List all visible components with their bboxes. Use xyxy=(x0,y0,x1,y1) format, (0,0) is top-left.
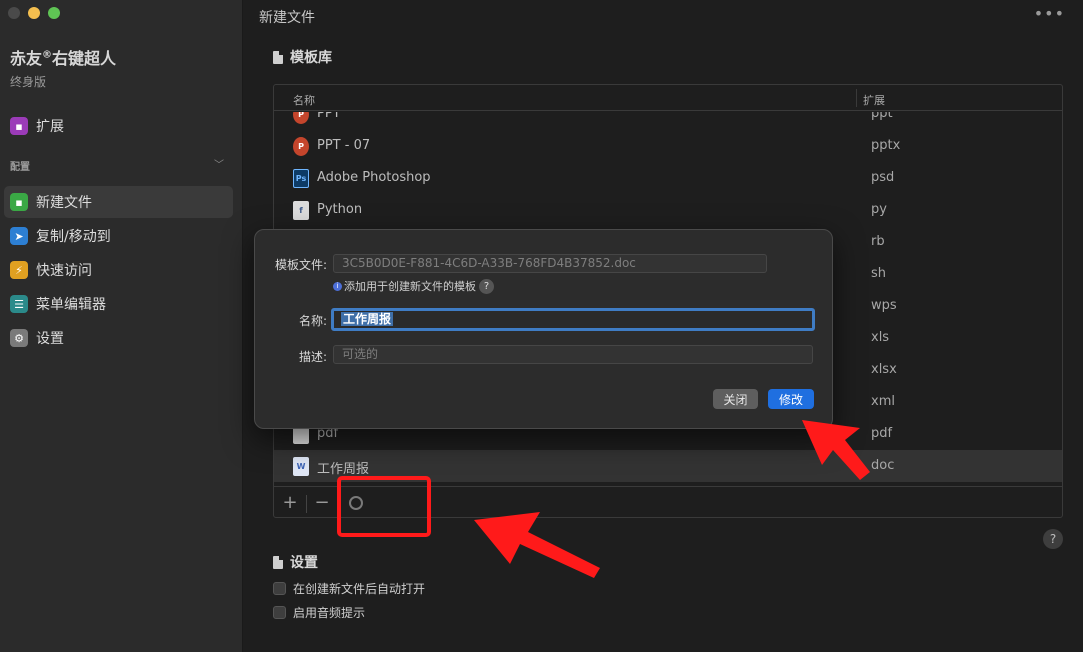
row-ext: xml xyxy=(871,394,895,409)
row-ext: doc xyxy=(871,458,895,473)
help-button[interactable]: ? xyxy=(1043,529,1063,549)
audio-hint-checkbox[interactable] xyxy=(273,606,286,619)
description-input[interactable]: 可选的 xyxy=(333,345,813,364)
sidebar: 赤友®右键超人 终身版 ▪ 扩展 配置 ﹀ ▪ 新建文件 ➤ 复制/移动到 ⚡ … xyxy=(0,0,243,652)
close-button[interactable]: 关闭 xyxy=(713,389,758,409)
modify-button[interactable]: 修改 xyxy=(768,389,814,409)
sidebar-item-new-file[interactable]: ▪ 新建文件 xyxy=(4,186,233,218)
sidebar-item-label: 设置 xyxy=(36,331,64,347)
row-ext: py xyxy=(871,202,887,217)
auto-open-checkbox[interactable] xyxy=(273,582,286,595)
column-header-name[interactable]: 名称 xyxy=(293,92,315,108)
python-file-icon: f xyxy=(293,201,309,220)
settings-section-header: 设置 xyxy=(273,552,318,572)
powerpoint-icon: P xyxy=(293,112,309,124)
table-header: 名称 扩展 xyxy=(274,85,1062,111)
section-title: 模板库 xyxy=(290,50,332,66)
row-ext: wps xyxy=(871,298,897,313)
row-name: 工作周报 xyxy=(317,462,370,477)
app-edition: 终身版 xyxy=(10,75,47,89)
audio-hint-checkbox-row[interactable]: 启用音频提示 xyxy=(273,604,365,621)
sidebar-item-label: 扩展 xyxy=(36,119,64,135)
row-name: PPT xyxy=(317,112,341,121)
sidebar-item-quick-access[interactable]: ⚡ 快速访问 xyxy=(4,254,233,286)
puzzle-icon: ▪ xyxy=(10,117,28,135)
toolbar-divider xyxy=(306,495,307,513)
table-row[interactable]: Ps Adobe Photoshop psd xyxy=(274,162,1062,194)
sidebar-item-label: 复制/移动到 xyxy=(36,229,111,245)
maximize-window-button[interactable] xyxy=(48,7,60,19)
template-hint: i 添加用于创建新文件的模板 ? xyxy=(333,278,494,294)
list-icon: ☰ xyxy=(10,295,28,313)
section-label-config: 配置 xyxy=(10,162,30,173)
name-input[interactable]: 工作周报 xyxy=(331,308,815,331)
row-ext: pptx xyxy=(871,138,901,153)
sidebar-item-copy-move[interactable]: ➤ 复制/移动到 xyxy=(4,220,233,252)
row-ext: sh xyxy=(871,266,887,281)
edit-template-button[interactable] xyxy=(349,496,363,510)
toolbar-divider xyxy=(338,495,339,513)
hint-text: 添加用于创建新文件的模板 xyxy=(344,280,476,293)
more-options-button[interactable]: ••• xyxy=(1034,4,1065,23)
template-section-header: 模板库 xyxy=(273,47,332,67)
sidebar-item-label: 快速访问 xyxy=(36,263,92,279)
row-name: Python xyxy=(317,202,363,217)
word-file-icon: W xyxy=(293,457,309,476)
close-window-button[interactable] xyxy=(8,7,20,19)
checkbox-label: 启用音频提示 xyxy=(293,606,366,620)
row-ext: psd xyxy=(871,170,895,185)
row-ext: xls xyxy=(871,330,890,345)
powerpoint-icon: P xyxy=(293,137,309,156)
section-title: 设置 xyxy=(290,555,318,571)
table-row[interactable]: P PPT ppt xyxy=(274,112,1062,130)
sidebar-item-label: 新建文件 xyxy=(36,195,92,211)
info-icon: i xyxy=(333,281,342,291)
document-icon xyxy=(273,50,283,64)
table-row[interactable]: P PPT - 07 pptx xyxy=(274,130,1062,162)
row-name: Adobe Photoshop xyxy=(317,170,431,185)
row-ext: ppt xyxy=(871,112,893,121)
app-title: 赤友®右键超人 xyxy=(10,49,117,68)
name-label: 名称: xyxy=(298,314,327,328)
window-controls xyxy=(8,7,60,19)
top-bar: 新建文件 ••• xyxy=(244,0,1083,32)
sidebar-item-settings[interactable]: ⚙ 设置 xyxy=(4,322,233,354)
chevron-down-icon[interactable]: ﹀ xyxy=(214,156,224,171)
sidebar-item-label: 菜单编辑器 xyxy=(36,297,106,313)
add-template-button[interactable]: + xyxy=(280,492,300,513)
send-icon: ➤ xyxy=(10,227,28,245)
column-divider xyxy=(856,89,857,107)
table-row-selected[interactable]: W 工作周报 doc xyxy=(274,450,1062,482)
column-header-ext[interactable]: 扩展 xyxy=(863,92,885,108)
help-icon[interactable]: ? xyxy=(479,278,494,294)
minimize-window-button[interactable] xyxy=(28,7,40,19)
new-file-icon: ▪ xyxy=(10,193,28,211)
auto-open-checkbox-row[interactable]: 在创建新文件后自动打开 xyxy=(273,580,425,597)
checkbox-label: 在创建新文件后自动打开 xyxy=(293,582,426,596)
description-label: 描述: xyxy=(298,350,327,364)
template-file-label: 模板文件: xyxy=(274,258,327,272)
edit-template-dialog: 模板文件: 3C5B0D0E-F881-4C6D-A33B-768FD4B378… xyxy=(254,229,833,429)
remove-template-button[interactable]: − xyxy=(312,492,332,513)
page-title: 新建文件 xyxy=(259,10,315,26)
row-ext: rb xyxy=(871,234,885,249)
lightning-icon: ⚡ xyxy=(10,261,28,279)
document-icon xyxy=(273,555,283,569)
photoshop-icon: Ps xyxy=(293,169,309,188)
table-toolbar: + − xyxy=(274,486,1062,517)
gear-icon: ⚙ xyxy=(10,329,28,347)
template-file-field: 3C5B0D0E-F881-4C6D-A33B-768FD4B37852.doc xyxy=(333,254,767,273)
sidebar-item-extensions[interactable]: ▪ 扩展 xyxy=(4,110,233,142)
row-ext: pdf xyxy=(871,426,893,441)
table-row[interactable]: f Python py xyxy=(274,194,1062,226)
name-input-value: 工作周报 xyxy=(341,312,394,326)
row-name: PPT - 07 xyxy=(317,138,371,153)
row-ext: xlsx xyxy=(871,362,897,377)
sidebar-item-menu-editor[interactable]: ☰ 菜单编辑器 xyxy=(4,288,233,320)
